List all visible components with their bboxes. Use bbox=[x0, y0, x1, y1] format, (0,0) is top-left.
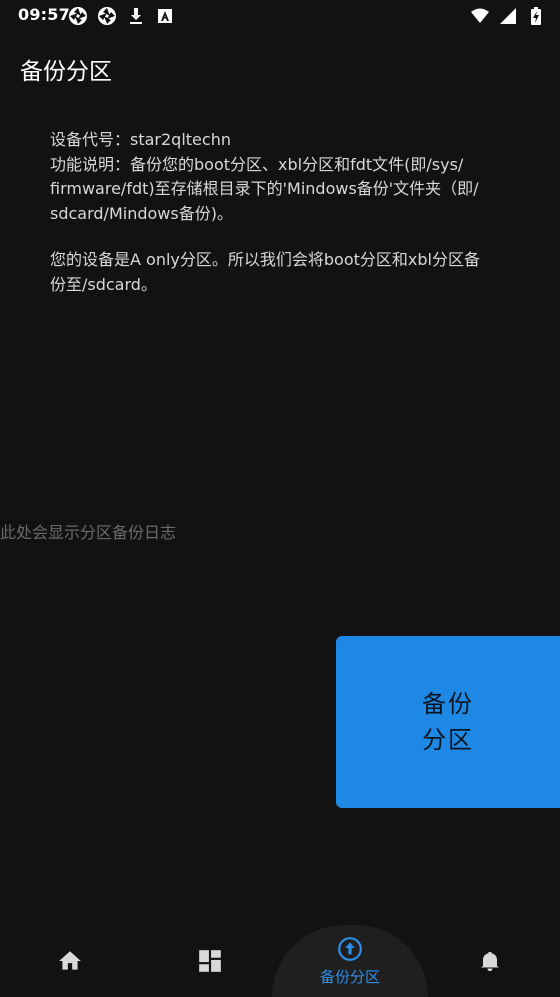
backup-button-label: 分区 bbox=[422, 726, 474, 754]
wifi-icon bbox=[471, 8, 489, 23]
nav-home[interactable] bbox=[40, 925, 100, 997]
nav-dashboard[interactable] bbox=[180, 925, 240, 997]
download-icon bbox=[130, 8, 142, 24]
device-code-text: 设备代号：star2qltechn bbox=[50, 130, 231, 149]
dashboard-icon bbox=[199, 950, 221, 972]
bell-icon bbox=[481, 952, 499, 971]
signal-icon bbox=[500, 8, 516, 24]
device-info: 设备代号：star2qltechn 功能说明：备份您的boot分区、xbl分区和… bbox=[50, 128, 520, 297]
backup-log: 此处会显示分区备份日志 bbox=[0, 523, 177, 542]
status-notification-icons bbox=[68, 6, 175, 26]
aperture-icon bbox=[69, 7, 87, 25]
function-description-text: firmware/fdt)至存储根目录下的'Mindows备份'文件夹（即/ bbox=[50, 179, 479, 198]
nav-notifications[interactable] bbox=[460, 925, 520, 997]
aperture-icon bbox=[98, 7, 116, 25]
page-title: 备份分区 bbox=[20, 59, 112, 85]
upload-circle-icon bbox=[338, 936, 362, 961]
partition-info-text: 您的设备是A only分区。所以我们会将boot分区和xbl分区备 bbox=[50, 250, 480, 269]
font-a-icon bbox=[158, 9, 172, 23]
status-system-icons bbox=[470, 6, 546, 26]
backup-button-label: 备份 bbox=[422, 690, 474, 718]
status-time: 09:57 bbox=[18, 5, 70, 24]
nav-backup-label: 备份分区 bbox=[319, 967, 380, 986]
nav-backup-partition[interactable]: 备份分区 bbox=[272, 925, 428, 997]
backup-partition-button[interactable]: 备份 分区 bbox=[336, 636, 560, 808]
status-bar: 09:57 bbox=[0, 0, 560, 32]
function-description-text: sdcard/Mindows备份)。 bbox=[50, 203, 233, 223]
home-icon bbox=[59, 951, 81, 970]
partition-info-text: 份至/sdcard。 bbox=[50, 274, 157, 294]
bottom-navigation: 备份分区 bbox=[0, 925, 560, 997]
function-description-text: 功能说明：备份您的boot分区、xbl分区和fdt文件(即/sys/ bbox=[50, 154, 464, 174]
battery-charging-icon bbox=[531, 7, 541, 25]
